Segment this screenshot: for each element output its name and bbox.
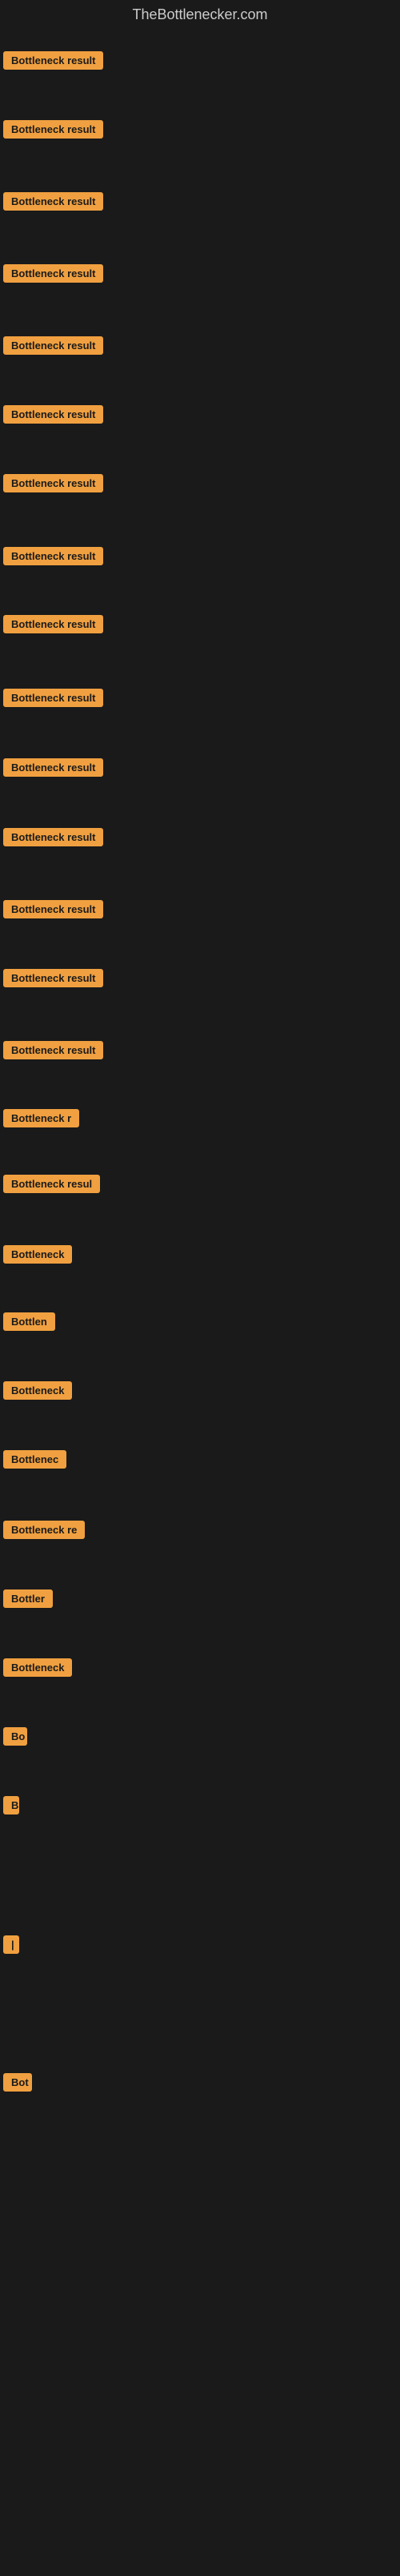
bottleneck-badge-22[interactable]: Bottleneck re (3, 1521, 85, 1539)
result-row-21: Bottlenec (3, 1450, 66, 1473)
bottleneck-badge-26[interactable]: B (3, 1796, 19, 1814)
result-row-25: Bo (3, 1727, 27, 1750)
result-row-26: B (3, 1796, 19, 1818)
result-row-13: Bottleneck result (3, 900, 103, 922)
result-row-19: Bottlen (3, 1312, 55, 1335)
bottleneck-badge-15[interactable]: Bottleneck result (3, 1041, 103, 1059)
bottleneck-badge-14[interactable]: Bottleneck result (3, 969, 103, 987)
bottleneck-badge-1[interactable]: Bottleneck result (3, 51, 103, 70)
bottleneck-badge-21[interactable]: Bottlenec (3, 1450, 66, 1469)
bottleneck-badge-28[interactable]: | (3, 1935, 19, 1954)
result-row-9: Bottleneck result (3, 615, 103, 637)
bottleneck-badge-30[interactable]: Bot (3, 2073, 32, 2092)
bottleneck-badge-7[interactable]: Bottleneck result (3, 474, 103, 492)
result-row-4: Bottleneck result (3, 264, 103, 287)
bottleneck-badge-20[interactable]: Bottleneck (3, 1381, 72, 1400)
bottleneck-badge-18[interactable]: Bottleneck (3, 1245, 72, 1264)
result-row-28: | (3, 1935, 19, 1958)
result-row-14: Bottleneck result (3, 969, 103, 991)
result-row-1: Bottleneck result (3, 51, 103, 74)
result-row-17: Bottleneck resul (3, 1175, 100, 1197)
bottleneck-badge-3[interactable]: Bottleneck result (3, 192, 103, 211)
result-row-5: Bottleneck result (3, 336, 103, 359)
result-row-23: Bottler (3, 1589, 53, 1612)
bottleneck-badge-5[interactable]: Bottleneck result (3, 336, 103, 355)
bottleneck-badge-17[interactable]: Bottleneck resul (3, 1175, 100, 1193)
result-row-7: Bottleneck result (3, 474, 103, 496)
result-row-2: Bottleneck result (3, 120, 103, 143)
result-row-15: Bottleneck result (3, 1041, 103, 1063)
bottleneck-badge-8[interactable]: Bottleneck result (3, 547, 103, 565)
result-row-10: Bottleneck result (3, 689, 103, 711)
result-row-12: Bottleneck result (3, 828, 103, 850)
bottleneck-badge-19[interactable]: Bottlen (3, 1312, 55, 1331)
bottleneck-badge-4[interactable]: Bottleneck result (3, 264, 103, 283)
result-row-24: Bottleneck (3, 1658, 72, 1681)
bottleneck-badge-9[interactable]: Bottleneck result (3, 615, 103, 633)
bottleneck-badge-10[interactable]: Bottleneck result (3, 689, 103, 707)
result-row-11: Bottleneck result (3, 758, 103, 781)
bottleneck-badge-23[interactable]: Bottler (3, 1589, 53, 1608)
result-row-3: Bottleneck result (3, 192, 103, 215)
site-title: TheBottlenecker.com (0, 0, 400, 30)
bottleneck-badge-13[interactable]: Bottleneck result (3, 900, 103, 918)
result-row-16: Bottleneck r (3, 1109, 79, 1131)
result-row-18: Bottleneck (3, 1245, 72, 1268)
bottleneck-badge-16[interactable]: Bottleneck r (3, 1109, 79, 1127)
result-row-8: Bottleneck result (3, 547, 103, 569)
result-row-22: Bottleneck re (3, 1521, 85, 1543)
bottleneck-badge-12[interactable]: Bottleneck result (3, 828, 103, 846)
result-row-6: Bottleneck result (3, 405, 103, 428)
bottleneck-badge-2[interactable]: Bottleneck result (3, 120, 103, 139)
bottleneck-badge-25[interactable]: Bo (3, 1727, 27, 1746)
bottleneck-badge-11[interactable]: Bottleneck result (3, 758, 103, 777)
result-row-20: Bottleneck (3, 1381, 72, 1404)
bottleneck-badge-6[interactable]: Bottleneck result (3, 405, 103, 424)
bottleneck-badge-24[interactable]: Bottleneck (3, 1658, 72, 1677)
result-row-30: Bot (3, 2073, 32, 2096)
